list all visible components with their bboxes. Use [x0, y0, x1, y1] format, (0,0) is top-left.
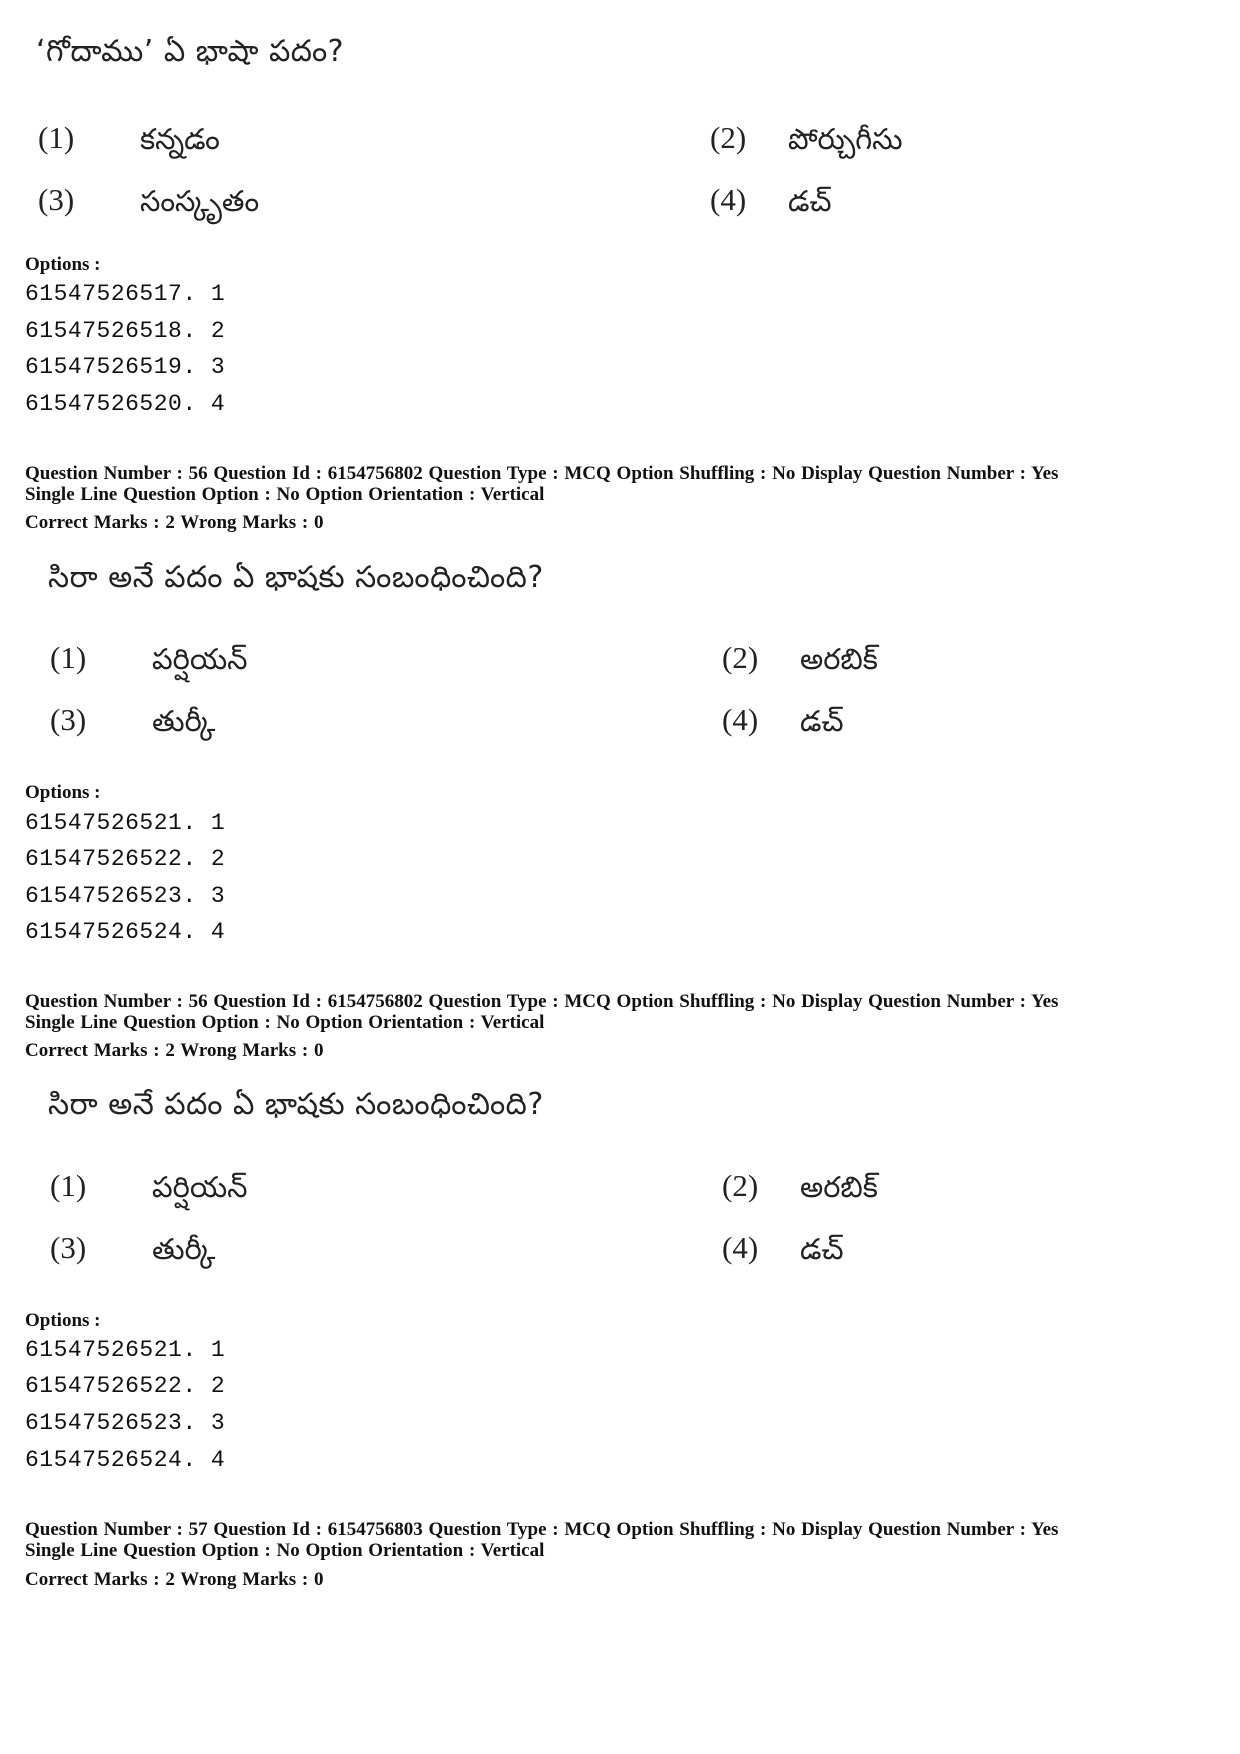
option-id: 61547526521. 1	[25, 810, 226, 836]
question-meta-line: Question Number : 56 Question Id : 61547…	[25, 463, 1059, 484]
option-id: 61547526522. 2	[25, 1373, 226, 1399]
option-id: 61547526520. 4	[25, 391, 226, 417]
question-meta-line: Question Number : 56 Question Id : 61547…	[25, 991, 1059, 1012]
options-label: Options :	[25, 782, 101, 803]
choice-number: (3)	[50, 1230, 87, 1265]
choice-number: (2)	[722, 640, 759, 675]
question-meta-line: Single Line Question Option : No Option …	[25, 1012, 545, 1033]
choice-text: పర్షియన్	[152, 1170, 248, 1204]
choice-number: (2)	[710, 120, 747, 155]
option-id: 61547526519. 3	[25, 354, 226, 380]
question-meta-line: Single Line Question Option : No Option …	[25, 484, 545, 505]
option-id: 61547526517. 1	[25, 281, 226, 307]
option-id: 61547526518. 2	[25, 318, 226, 344]
option-id: 61547526524. 4	[25, 919, 226, 945]
choice-text: డచ్	[800, 1232, 844, 1266]
choice-text: పోర్చుగీసు	[788, 122, 903, 156]
option-id: 61547526523. 3	[25, 1410, 226, 1436]
choice-number: (4)	[722, 1230, 759, 1265]
choice-text: డచ్	[788, 184, 832, 218]
choice-text: సంస్కృతం	[140, 184, 260, 218]
option-id: 61547526522. 2	[25, 846, 226, 872]
question-text: సిరా అనే పదం ఏ భాషకు సంబంధించింది?	[48, 1087, 544, 1122]
choice-text: కన్నడం	[140, 122, 220, 156]
choice-number: (1)	[50, 640, 87, 675]
choice-text: పర్షియన్	[152, 642, 248, 676]
choice-number: (2)	[722, 1168, 759, 1203]
choice-number: (4)	[722, 702, 759, 737]
question-meta-line: Single Line Question Option : No Option …	[25, 1540, 545, 1561]
choice-number: (4)	[710, 182, 747, 217]
question-meta-line: Question Number : 57 Question Id : 61547…	[25, 1519, 1059, 1540]
choice-number: (1)	[38, 120, 75, 155]
question-text: సిరా అనే పదం ఏ భాషకు సంబంధించింది?	[48, 560, 544, 595]
choice-text: అరబిక్	[800, 642, 878, 676]
marks-line: Correct Marks : 2 Wrong Marks : 0	[25, 1569, 324, 1590]
marks-line: Correct Marks : 2 Wrong Marks : 0	[25, 512, 324, 533]
question-text: ‘గోదాము’ ఏ భాషా పదం?	[36, 34, 345, 69]
choice-text: తుర్కీ	[152, 1232, 216, 1266]
choice-text: అరబిక్	[800, 1170, 878, 1204]
choice-text: డచ్	[800, 704, 844, 738]
marks-line: Correct Marks : 2 Wrong Marks : 0	[25, 1040, 324, 1061]
choice-number: (1)	[50, 1168, 87, 1203]
choice-number: (3)	[50, 702, 87, 737]
option-id: 61547526523. 3	[25, 883, 226, 909]
choice-text: తుర్కీ	[152, 704, 216, 738]
options-label: Options :	[25, 1310, 101, 1331]
option-id: 61547526521. 1	[25, 1337, 226, 1363]
option-id: 61547526524. 4	[25, 1447, 226, 1473]
options-label: Options :	[25, 254, 101, 275]
choice-number: (3)	[38, 182, 75, 217]
